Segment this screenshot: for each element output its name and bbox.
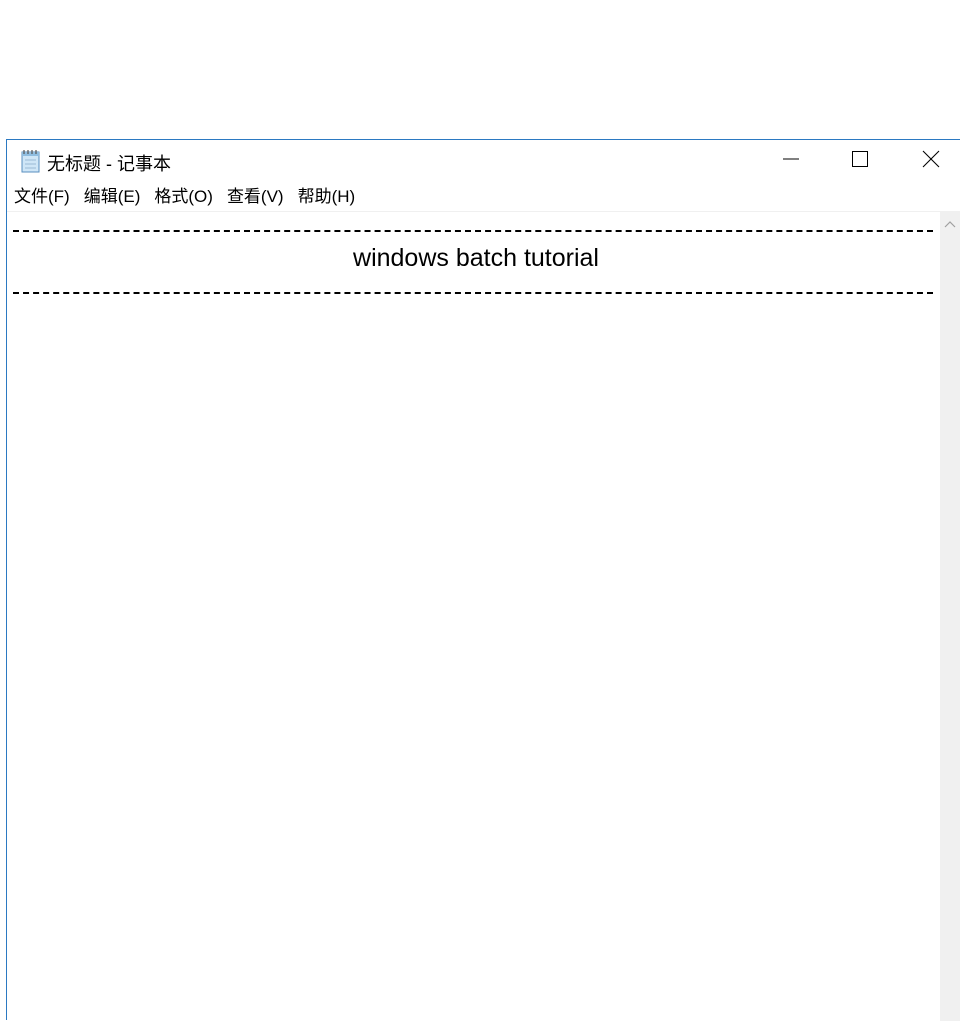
window-title: 无标题 - 记事本 xyxy=(47,154,171,174)
notepad-icon xyxy=(19,149,41,173)
scroll-up-button[interactable] xyxy=(940,212,960,236)
maximize-icon xyxy=(851,150,869,173)
menu-file[interactable]: 文件(F) xyxy=(7,182,77,212)
close-button[interactable] xyxy=(896,140,960,182)
chevron-up-icon xyxy=(944,215,956,233)
menu-bar: 文件(F) 编辑(E) 格式(O) 查看(V) 帮助(H) xyxy=(7,182,960,212)
menu-view[interactable]: 查看(V) xyxy=(220,182,291,212)
vertical-scrollbar[interactable] xyxy=(940,212,960,1021)
menu-edit[interactable]: 编辑(E) xyxy=(77,182,148,212)
notepad-window: 无标题 - 记事本 文件(F) 编辑(E) 格式(O) 查看(V) 帮助(H) xyxy=(6,139,960,1021)
menu-format[interactable]: 格式(O) xyxy=(147,182,220,212)
maximize-button[interactable] xyxy=(825,140,895,182)
close-icon xyxy=(922,150,940,173)
separator-line-bottom xyxy=(13,292,933,294)
title-bar[interactable]: 无标题 - 记事本 xyxy=(7,140,960,182)
text-editor[interactable]: windows batch tutorial xyxy=(7,212,940,1021)
menu-help[interactable]: 帮助(H) xyxy=(291,182,363,212)
minimize-button[interactable] xyxy=(756,140,826,182)
editor-title-line: windows batch tutorial xyxy=(353,244,599,272)
separator-line-top xyxy=(13,230,933,232)
minimize-icon xyxy=(782,150,800,173)
